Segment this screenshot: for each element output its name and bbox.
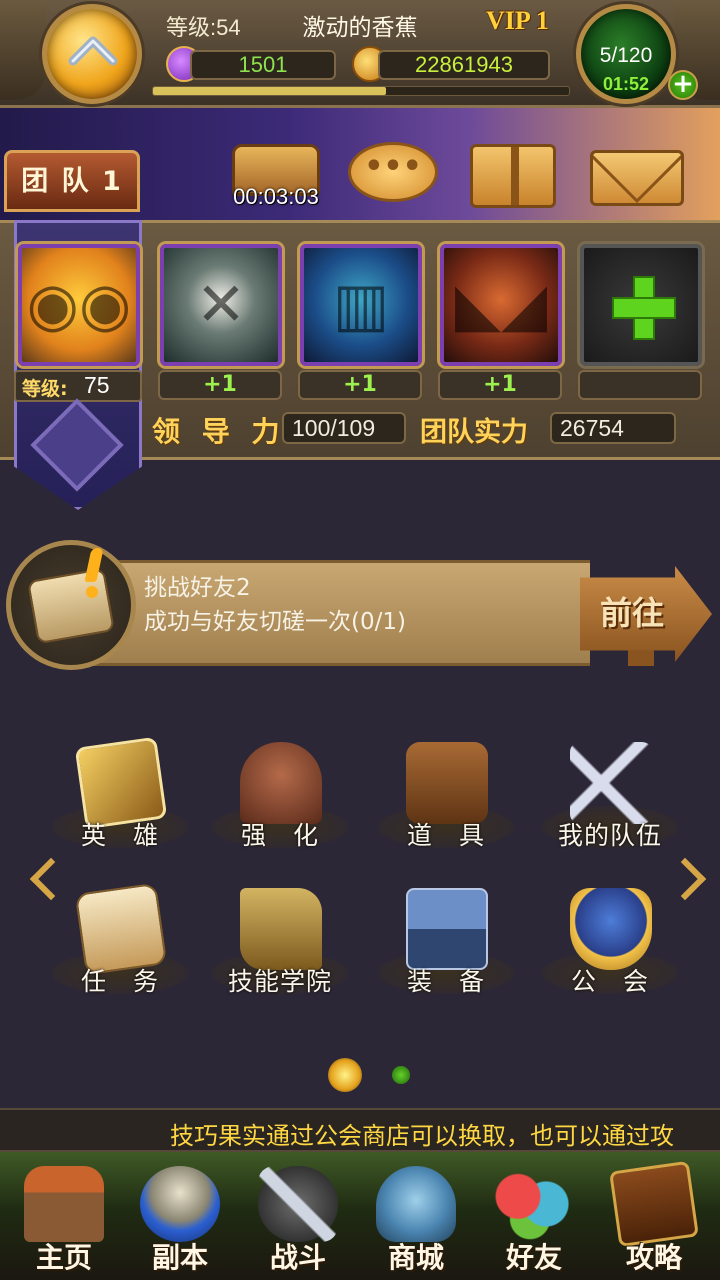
guide-book-icon [609, 1160, 699, 1248]
menu-item-label: 公 会 [570, 967, 649, 996]
hero-bonus-2: +1 [298, 370, 422, 400]
friends-icon [494, 1166, 574, 1242]
top-status-bar: 等级:54 激动的香蕉 VIP 1 1501 22861943 5/120 01… [0, 0, 720, 108]
gold-count[interactable]: 22861943 [378, 50, 550, 80]
hero-bonus-3: +1 [438, 370, 562, 400]
forge-helmet-icon [240, 742, 322, 824]
crossed-swords-icon [570, 742, 652, 824]
menu-toggle-button[interactable] [42, 4, 142, 104]
nav-tab-label: 战斗 [269, 1241, 326, 1274]
menu-item-quests[interactable]: 任 务 [46, 882, 194, 1020]
leader-level-label: 等级: [22, 378, 68, 400]
exp-progress-fill [153, 87, 386, 95]
gargoyle-ornament-left [0, 0, 46, 100]
team-power-label: 团队实力 [420, 417, 528, 448]
spellbook-icon [240, 888, 322, 970]
chest-timer: 00:03:03 [233, 184, 319, 209]
leadership-value: 100/109 [282, 412, 406, 444]
nav-tab-dungeon[interactable]: 副本 [122, 1160, 238, 1276]
nav-tab-label: 主页 [35, 1241, 92, 1274]
menu-item-equipment[interactable]: 装 备 [372, 888, 520, 1020]
leadership-label: 领 导 力 [152, 415, 286, 448]
hero-card-3[interactable]: ◣◢ [440, 244, 562, 366]
nav-tab-shop[interactable]: 商城 [358, 1160, 474, 1276]
knight-hero-portrait-icon: ▥ [332, 270, 390, 340]
chevron-up-icon [68, 36, 118, 66]
quest-title: 挑战好友2 [144, 575, 251, 601]
page-indicator[interactable] [392, 1066, 410, 1084]
menu-item-label: 技能学院 [227, 967, 332, 996]
ticker-text: 技巧果实通过公会商店可以换取，也可以通过攻 [170, 1122, 674, 1150]
nav-tab-label: 副本 [151, 1241, 208, 1274]
orc-hero-portrait-icon: ◣◢ [454, 270, 548, 340]
anvil-icon [406, 888, 488, 970]
hero-card-2[interactable]: ▥ [300, 244, 422, 366]
menu-item-items[interactable]: 道 具 [372, 742, 520, 874]
gift-icon [511, 147, 519, 205]
quest-description: 成功与好友切磋一次(0/1) [144, 609, 406, 635]
player-level: 等级:54 [166, 15, 241, 40]
add-energy-button[interactable]: + [668, 70, 698, 100]
player-name: 激动的香蕉 [302, 15, 418, 41]
hero-bonus-4 [578, 370, 702, 400]
nav-tab-home[interactable]: 主页 [6, 1160, 122, 1276]
gem-count[interactable]: 1501 [190, 50, 336, 80]
mail-button[interactable] [590, 150, 684, 206]
menu-item-guild[interactable]: 公 会 [536, 888, 684, 1020]
menu-item-label: 我的队伍 [557, 821, 662, 850]
nav-tab-friends[interactable]: 好友 [476, 1160, 592, 1276]
goto-quest-label[interactable]: 前往 [600, 588, 664, 634]
nav-tab-label: 商城 [387, 1241, 444, 1274]
nav-tab-label: 攻略 [625, 1241, 682, 1274]
house-icon [24, 1166, 104, 1242]
exclamation-icon [84, 548, 104, 598]
sword-axe-icon [258, 1166, 338, 1242]
exp-progress-bar [152, 86, 570, 96]
menu-item-label: 任 务 [80, 967, 159, 996]
menu-item-my-team[interactable]: 我的队伍 [536, 742, 684, 874]
hero-bonus-1: +1 [158, 370, 282, 400]
menu-item-hero[interactable]: 英 雄 [46, 736, 194, 874]
page-indicator-active[interactable] [328, 1058, 362, 1092]
guild-shield-icon [570, 888, 652, 970]
chat-button[interactable]: ••• [348, 142, 438, 202]
envelope-icon [593, 153, 681, 203]
shop-monster-icon [376, 1166, 456, 1242]
energy-timer: 01:52 [602, 74, 650, 94]
hero-card-1[interactable]: ✕ [160, 244, 282, 366]
add-hero-slot[interactable] [580, 244, 702, 366]
skull-orb-icon [140, 1166, 220, 1242]
leader-hero-portrait-icon: ◉◉ [26, 270, 132, 340]
armored-hero-portrait-icon: ✕ [195, 270, 247, 340]
plus-icon [612, 262, 676, 348]
leader-hero-card[interactable]: ◉◉ [18, 244, 140, 366]
nav-tab-guide[interactable]: 攻略 [596, 1160, 712, 1276]
signpost-icon [628, 650, 654, 666]
menu-item-skill-academy[interactable]: 技能学院 [206, 888, 354, 1020]
menu-item-enhance[interactable]: 强 化 [206, 742, 354, 874]
gift-button[interactable] [470, 144, 556, 208]
team-power-value: 26754 [550, 412, 676, 444]
leader-level-value: 75 [84, 372, 110, 398]
tab-team-1[interactable]: 团 队 1 [4, 150, 140, 212]
vip-badge[interactable]: VIP 1 [486, 6, 549, 36]
menu-item-label: 英 雄 [80, 821, 159, 850]
nav-tab-battle[interactable]: 战斗 [240, 1160, 356, 1276]
menu-item-label: 强 化 [240, 821, 319, 850]
menu-item-label: 装 备 [406, 967, 485, 996]
menu-item-label: 道 具 [406, 821, 485, 850]
news-ticker: 技巧果实通过公会商店可以换取，也可以通过攻 [0, 1108, 720, 1152]
energy-count: 5/120 [599, 44, 653, 67]
nav-tab-label: 好友 [505, 1241, 562, 1274]
bag-icon [406, 742, 488, 824]
